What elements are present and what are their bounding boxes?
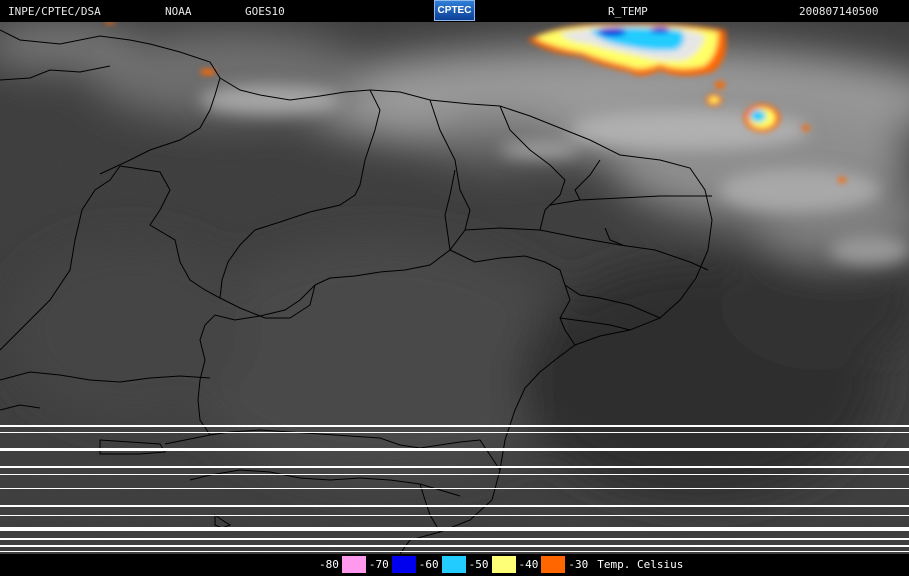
temperature-legend: -80 -70 -60 -50 -40 -30 Temp. Celsius (316, 556, 683, 573)
agency-label: NOAA (165, 5, 192, 18)
legend-swatch-50 (491, 556, 516, 573)
legend-title: Temp. Celsius (597, 558, 684, 571)
timestamp-label: 200807140500 (799, 5, 879, 18)
legend-bar: -80 -70 -60 -50 -40 -30 Temp. Celsius (0, 554, 909, 576)
satellite-label: GOES10 (245, 5, 285, 18)
satellite-map (0, 22, 909, 554)
legend-label-50: -50 (468, 558, 489, 571)
legend-swatch-80 (341, 556, 366, 573)
legend-label-80: -80 (319, 558, 339, 571)
legend-swatch-60 (441, 556, 466, 573)
legend-label-60: -60 (418, 558, 439, 571)
legend-label-70: -70 (368, 558, 389, 571)
satellite-image-page: INPE/CPTEC/DSA NOAA GOES10 CPTEC R_TEMP … (0, 0, 909, 576)
legend-swatch-70 (391, 556, 416, 573)
cptec-logo: CPTEC (434, 0, 475, 21)
legend-label-40: -40 (518, 558, 539, 571)
legend-swatch-40 (541, 556, 566, 573)
product-label: R_TEMP (608, 5, 648, 18)
header-bar: INPE/CPTEC/DSA NOAA GOES10 CPTEC R_TEMP … (0, 0, 909, 22)
source-label: INPE/CPTEC/DSA (8, 5, 101, 18)
legend-label-30: -30 (568, 558, 589, 571)
